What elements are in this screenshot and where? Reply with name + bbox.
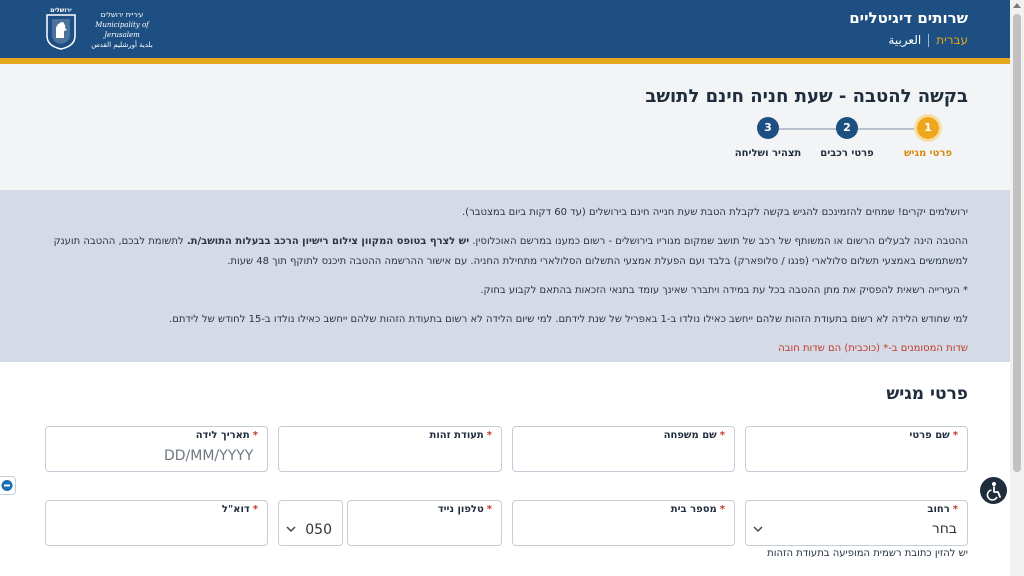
email-field[interactable]: *דוא"ל bbox=[45, 500, 268, 546]
house-number-label-text: מספר בית bbox=[670, 504, 717, 515]
step-2: 2 פרטי רכבים bbox=[802, 116, 892, 159]
accessibility-button[interactable] bbox=[980, 477, 1007, 504]
page-title: בקשה להטבה - שעת חניה חינם לתושב bbox=[645, 86, 968, 107]
required-star: * bbox=[952, 504, 958, 515]
mobile-phone-field[interactable]: *טלפון נייד bbox=[347, 500, 502, 546]
page: ירושלים עיריית ירושלים Municipality of J… bbox=[0, 0, 1010, 576]
address-hint: יש להזין כתובת רשמית המופיעה בתעודת הזהו… bbox=[767, 548, 968, 559]
required-star: * bbox=[486, 430, 492, 441]
street-label-text: רחוב bbox=[927, 504, 950, 515]
info-birthdate: למי שחודש הלידה לא רשום בתעודת הזהות שלה… bbox=[169, 314, 968, 325]
step-3: 3 תצהיר ושליחה bbox=[723, 116, 813, 159]
phone-prefix-value: 050 bbox=[305, 522, 332, 538]
house-number-field[interactable]: *מספר בית bbox=[512, 500, 735, 546]
id-number-field[interactable]: *תעודת זהות bbox=[278, 426, 502, 472]
last-name-label-text: שם משפחה bbox=[663, 430, 717, 441]
logo-wordmark: ירושלים bbox=[50, 7, 72, 14]
step-2-circle: 2 bbox=[836, 117, 858, 139]
required-star: * bbox=[252, 430, 258, 441]
jerusalem-emblem-icon[interactable]: ירושלים bbox=[44, 6, 78, 50]
required-star: * bbox=[252, 504, 258, 515]
step-1: 1 פרטי מגיש bbox=[883, 116, 973, 159]
birth-date-label-text: תאריך לידה bbox=[195, 430, 250, 441]
required-star: * bbox=[719, 504, 725, 515]
info-attach-license: יש לצרף בטופס המקוון צילום רישיון הרכב ב… bbox=[186, 236, 470, 247]
logo-text-hebrew: עיריית ירושלים bbox=[100, 11, 144, 19]
birth-date-label: *תאריך לידה bbox=[196, 430, 258, 441]
accessibility-icon bbox=[986, 482, 1001, 501]
phone-prefix-select[interactable]: 050 bbox=[278, 500, 343, 546]
info-eligibility: ההטבה הינה לבעלים הרשום או המשותף של רכב… bbox=[20, 232, 968, 272]
digital-services-title[interactable]: שרותים דיגיטליים bbox=[849, 9, 968, 27]
step-3-circle: 3 bbox=[757, 117, 779, 139]
street-label: *רחוב bbox=[927, 504, 958, 515]
lang-arabic-link[interactable]: العربية bbox=[888, 33, 921, 47]
email-label-text: דוא"ל bbox=[221, 504, 250, 515]
step-1-circle: 1 bbox=[917, 117, 939, 139]
house-number-label: *מספר בית bbox=[671, 504, 725, 515]
step-3-label: תצהיר ושליחה bbox=[734, 148, 802, 159]
step-1-label: פרטי מגיש bbox=[903, 148, 953, 159]
id-number-label: *תעודת זהות bbox=[430, 430, 493, 441]
info-intro: ירושלמים יקרים! שמחים להזמינכם להגיש בקש… bbox=[462, 207, 968, 218]
required-star: * bbox=[486, 504, 492, 515]
street-selected-value: בחר bbox=[931, 521, 957, 537]
required-fields-note: שדות המסומנים ב-* (כוכבית) הם שדות חובה bbox=[778, 343, 968, 354]
last-name-field[interactable]: *שם משפחה bbox=[512, 426, 735, 472]
mobile-phone-label: *טלפון נייד bbox=[438, 504, 492, 515]
last-name-label: *שם משפחה bbox=[664, 430, 725, 441]
required-star: * bbox=[952, 430, 958, 441]
site-header: ירושלים עיריית ירושלים Municipality of J… bbox=[0, 0, 1010, 58]
chevron-down-icon bbox=[753, 526, 763, 533]
chat-bubble-icon bbox=[1, 480, 13, 491]
progress-stepper: 3 תצהיר ושליחה 2 פרטי רכבים 1 פרטי מגיש bbox=[730, 116, 960, 166]
info-panel: ירושלמים יקרים! שמחים להזמינכם להגיש בקש… bbox=[0, 190, 1010, 362]
applicant-details-title: פרטי מגיש bbox=[886, 384, 968, 404]
street-select[interactable]: *רחוב בחר bbox=[745, 500, 968, 546]
vertical-scrollbar[interactable] bbox=[1010, 0, 1024, 576]
scrollbar-thumb[interactable] bbox=[1013, 14, 1021, 472]
chevron-down-icon bbox=[286, 526, 296, 533]
logo-text-english: Municipality of Jerusalem bbox=[95, 21, 149, 39]
required-star: * bbox=[719, 430, 725, 441]
id-number-label-text: תעודת זהות bbox=[429, 430, 484, 441]
side-chat-widget[interactable] bbox=[0, 476, 16, 495]
birth-date-placeholder: DD/MM/YYYY bbox=[164, 448, 254, 464]
logo-text-arabic: بلدية أورشليم القدس bbox=[91, 41, 153, 49]
info-termination: * העירייה רשאית להפסיק את מתן ההטבה בכל … bbox=[480, 285, 968, 296]
birth-date-field[interactable]: *תאריך לידה DD/MM/YYYY bbox=[45, 426, 268, 472]
info-eligibility-start: ההטבה הינה לבעלים הרשום או המשותף של רכב… bbox=[469, 236, 968, 247]
municipality-logo-text: עיריית ירושלים Municipality of Jerusalem… bbox=[84, 10, 160, 50]
title-panel: בקשה להטבה - שעת חניה חינם לתושב 3 תצהיר… bbox=[0, 64, 1010, 190]
language-switcher: עברית العربية bbox=[888, 33, 968, 47]
lang-hebrew-link[interactable]: עברית bbox=[936, 33, 968, 47]
mobile-phone-label-text: טלפון נייד bbox=[437, 504, 484, 515]
first-name-field[interactable]: *שם פרטי bbox=[745, 426, 968, 472]
lang-divider bbox=[928, 33, 930, 47]
step-2-label: פרטי רכבים bbox=[820, 148, 874, 159]
scroll-up-arrow-icon[interactable] bbox=[1013, 3, 1021, 8]
first-name-label-text: שם פרטי bbox=[909, 430, 950, 441]
first-name-label: *שם פרטי bbox=[909, 430, 958, 441]
email-label: *דוא"ל bbox=[222, 504, 258, 515]
